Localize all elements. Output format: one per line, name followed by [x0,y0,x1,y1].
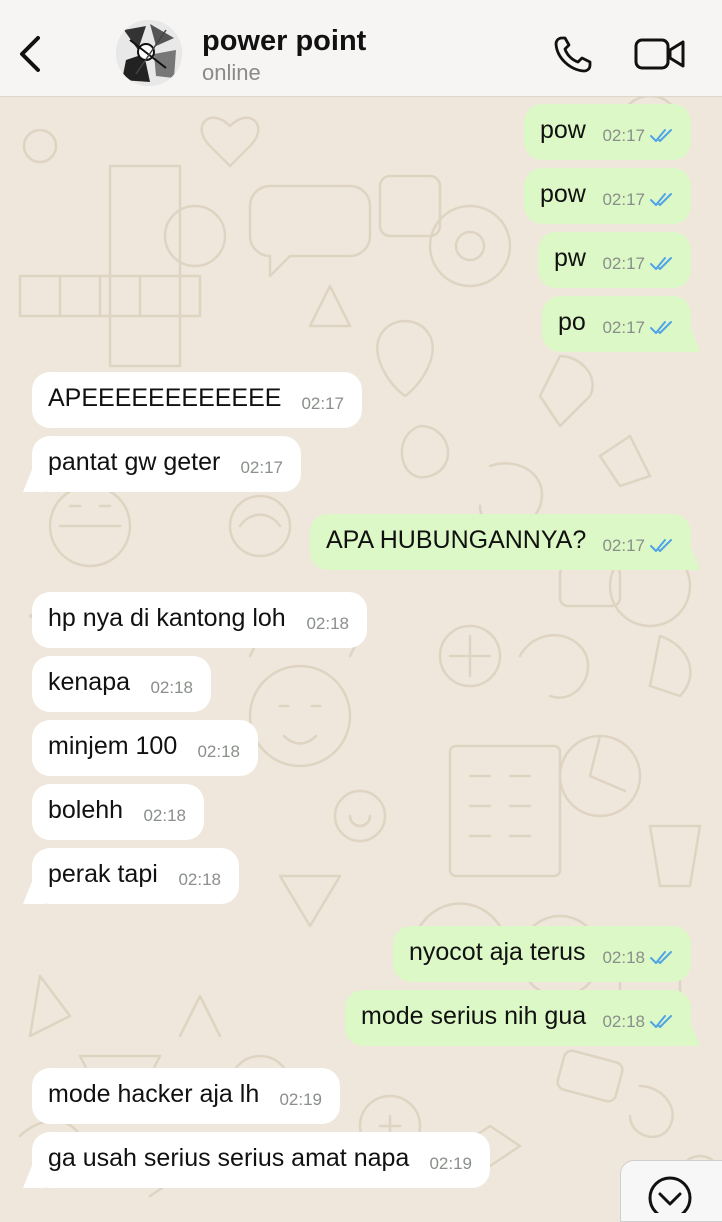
message-text: nyocot aja terus [409,938,586,966]
outgoing-message[interactable]: mode serius nih gua 02:18 [345,990,691,1046]
message-time: 02:17 [602,254,645,273]
outgoing-message[interactable]: pow 02:17 [524,168,691,224]
video-camera-icon[interactable] [634,36,686,72]
message-time: 02:18 [178,870,221,889]
incoming-message[interactable]: hp nya di kantong loh 02:18 [32,592,367,648]
message-text: mode serius nih gua [361,1002,587,1030]
double-check-icon [650,129,672,142]
message-text: mode hacker aja lh [48,1080,260,1108]
incoming-message[interactable]: APEEEEEEEEEEEE 02:17 [32,372,362,428]
message-text: po [558,308,586,336]
message-time: 02:18 [197,742,240,761]
message-text: pow [540,116,586,144]
message-list[interactable]: pow 02:17 pow 02:17 pw 02:17 po 02:17 APEEEEEEEE… [0,96,722,1200]
incoming-message[interactable]: mode hacker aja lh 02:19 [32,1068,340,1124]
incoming-message[interactable]: pantat gw geter 02:17 [32,436,301,492]
double-check-icon [650,1015,672,1028]
message-text: kenapa [48,668,131,696]
chevron-down-icon [648,1176,692,1213]
message-text: hp nya di kantong loh [48,604,286,632]
message-text: ga usah serius serius amat napa [48,1144,410,1172]
message-text: pantat gw geter [48,448,221,476]
incoming-message[interactable]: kenapa 02:18 [32,656,211,712]
message-time: 02:17 [602,190,645,209]
message-time: 02:18 [602,948,645,967]
contact-name[interactable]: power point [202,25,366,58]
message-text: APA HUBUNGANNYA? [326,526,587,554]
avatar[interactable] [116,20,182,86]
double-check-icon [650,193,672,206]
scroll-to-bottom-button[interactable] [620,1160,722,1222]
incoming-message[interactable]: minjem 100 02:18 [32,720,258,776]
message-time: 02:18 [143,806,186,825]
outgoing-message[interactable]: po 02:17 [542,296,691,352]
phone-icon[interactable] [552,34,596,74]
message-time: 02:18 [306,614,349,633]
message-time: 02:19 [429,1154,472,1173]
message-time: 02:17 [240,458,283,477]
contact-status: online [202,60,261,85]
incoming-message[interactable]: perak tapi 02:18 [32,848,239,904]
double-check-icon [650,321,672,334]
outgoing-message[interactable]: pow 02:17 [524,104,691,160]
outgoing-message[interactable]: APA HUBUNGANNYA? 02:17 [310,514,691,570]
message-text: APEEEEEEEEEEEE [48,384,282,412]
message-time: 02:17 [602,536,645,555]
double-check-icon [650,951,672,964]
message-text: pw [554,244,586,272]
double-check-icon [650,257,672,270]
double-check-icon [650,539,672,552]
message-time: 02:19 [279,1090,322,1109]
chevron-left-icon[interactable] [14,34,46,74]
message-time: 02:18 [602,1012,645,1031]
message-text: perak tapi [48,860,158,888]
message-text: pow [540,180,586,208]
chat-header: power point online [0,0,722,97]
outgoing-message[interactable]: nyocot aja terus 02:18 [393,926,691,982]
message-time: 02:17 [301,394,344,413]
message-text: minjem 100 [48,732,178,760]
message-time: 02:17 [602,318,645,337]
message-time: 02:17 [602,126,645,145]
incoming-message[interactable]: bolehh 02:18 [32,784,204,840]
outgoing-message[interactable]: pw 02:17 [538,232,691,288]
message-text: bolehh [48,796,124,824]
message-time: 02:18 [150,678,193,697]
incoming-message[interactable]: ga usah serius serius amat napa 02:19 [32,1132,490,1188]
